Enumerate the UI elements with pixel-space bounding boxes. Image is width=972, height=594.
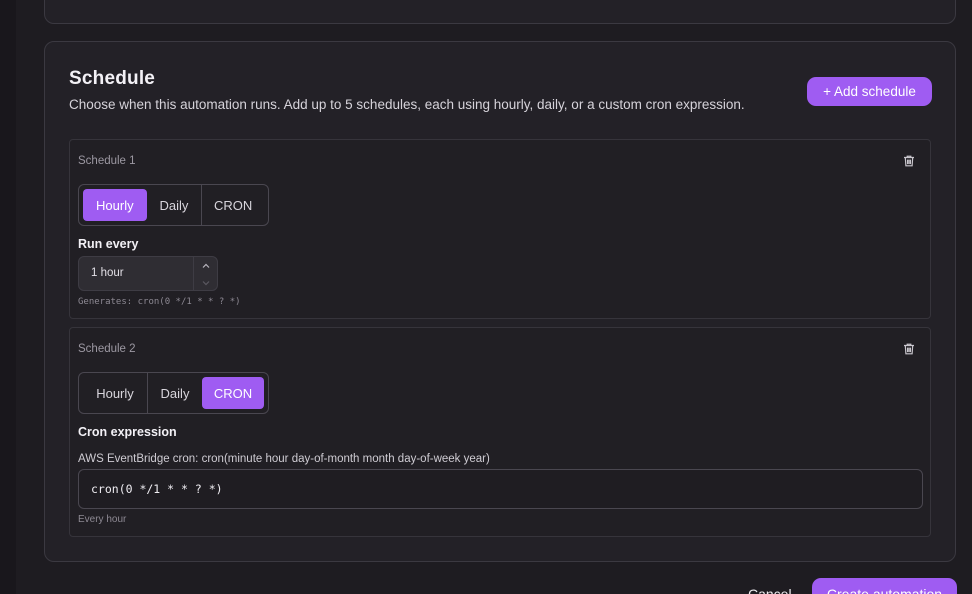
chevron-down-icon[interactable] (200, 276, 212, 288)
generated-cron-hint: Generates: cron(0 */1 * * ? *) (78, 297, 241, 307)
mode-selector: Hourly Daily CRON (78, 372, 269, 414)
schedule-item-1: Schedule 1 Hourly Daily CRON Run every 1… (69, 139, 931, 319)
schedule-label: Schedule 1 (78, 155, 136, 167)
trash-icon[interactable] (902, 154, 916, 168)
cron-description: Every hour (78, 514, 127, 525)
schedule-item-2: Schedule 2 Hourly Daily CRON Cron expres… (69, 327, 931, 537)
add-schedule-button[interactable]: + Add schedule (807, 77, 932, 106)
mode-selector: Hourly Daily CRON (78, 184, 269, 226)
previous-section-card (44, 0, 956, 24)
schedule-card: Schedule Choose when this automation run… (44, 41, 956, 562)
mode-daily-button[interactable]: Daily (147, 189, 202, 221)
mode-hourly-button[interactable]: Hourly (83, 189, 147, 221)
trash-icon[interactable] (902, 342, 916, 356)
run-every-label: Run every (78, 237, 139, 251)
cron-expression-input[interactable] (78, 469, 923, 509)
schedule-description: Choose when this automation runs. Add up… (69, 97, 745, 112)
create-automation-button[interactable]: Create automation (812, 578, 957, 594)
chevron-up-icon[interactable] (200, 259, 212, 271)
schedule-label: Schedule 2 (78, 343, 136, 355)
mode-hourly-button[interactable]: Hourly (83, 377, 147, 409)
cron-format-help: AWS EventBridge cron: cron(minute hour d… (78, 453, 490, 465)
interval-value: 1 hour (91, 267, 124, 279)
stepper-arrows (193, 257, 217, 290)
interval-stepper[interactable]: 1 hour (78, 256, 218, 291)
schedule-title: Schedule (69, 68, 156, 89)
mode-cron-button[interactable]: CRON (202, 189, 264, 221)
left-rail (0, 0, 16, 594)
cron-expression-label: Cron expression (78, 425, 177, 439)
mode-cron-button[interactable]: CRON (202, 377, 264, 409)
mode-daily-button[interactable]: Daily (148, 377, 202, 409)
cancel-button[interactable]: Cancel (748, 586, 792, 594)
